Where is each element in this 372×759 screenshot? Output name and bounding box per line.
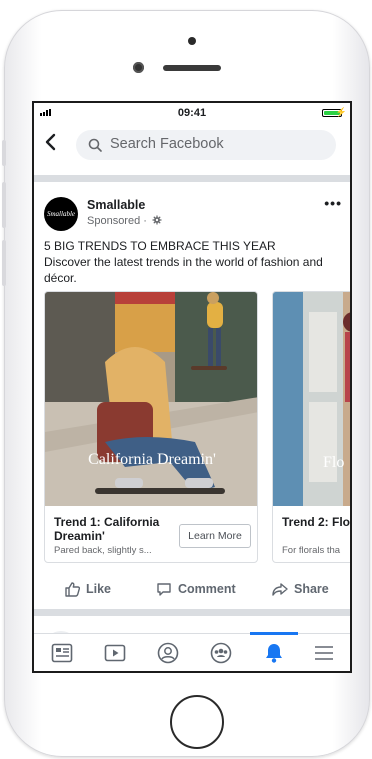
home-button[interactable] — [170, 695, 224, 749]
search-header: Search Facebook — [34, 123, 350, 167]
like-button[interactable]: Like — [64, 581, 111, 597]
post-caption: 5 BIG TRENDS TO EMBRACE THIS YEAR Discov… — [44, 238, 344, 286]
tab-watch[interactable] — [89, 634, 141, 671]
profile-icon — [157, 642, 179, 664]
groups-icon — [210, 642, 232, 664]
post-actions: Like Comment Share — [34, 581, 350, 603]
search-placeholder: Search Facebook — [110, 136, 224, 152]
status-time: 09:41 — [177, 107, 207, 119]
carousel-card-1[interactable]: California Dreamin' Trend 1: California … — [44, 291, 258, 563]
gear-icon — [152, 215, 162, 228]
tab-notifications[interactable] — [248, 632, 300, 671]
card-description-1: Pared back, slightly s... — [54, 545, 152, 556]
tab-news-feed[interactable] — [36, 634, 88, 671]
share-button[interactable]: Share — [272, 581, 329, 597]
share-icon — [272, 583, 288, 596]
battery-icon: ⚡ — [322, 107, 347, 117]
tab-groups[interactable] — [195, 634, 247, 671]
notifications-icon — [266, 644, 282, 663]
card-image-1: California Dreamin' — [45, 292, 257, 506]
earpiece-speaker — [163, 65, 221, 71]
search-input[interactable]: Search Facebook — [76, 130, 336, 160]
carousel-card-2[interactable]: Flo Trend 2: Flo Power For florals tha — [272, 291, 350, 563]
search-icon — [88, 138, 102, 157]
comment-icon — [157, 583, 171, 596]
page-name[interactable]: Smallable — [87, 198, 145, 212]
ad-carousel[interactable]: California Dreamin' Trend 1: California … — [44, 291, 350, 567]
sponsored-label: Sponsored · — [87, 215, 162, 228]
caption-headline: 5 BIG TRENDS TO EMBRACE THIS YEAR — [44, 239, 276, 253]
comment-label: Comment — [178, 582, 236, 596]
tab-profile[interactable] — [142, 634, 194, 671]
tab-menu[interactable] — [298, 634, 350, 671]
proximity-sensor — [188, 37, 196, 45]
card-title-2: Trend 2: Flo Power — [282, 515, 350, 529]
card-description-2: For florals tha — [282, 545, 341, 556]
thumbs-up-icon — [65, 582, 80, 597]
volume-up-button[interactable] — [2, 182, 6, 228]
volume-down-button[interactable] — [2, 240, 6, 286]
news-feed-icon — [51, 643, 73, 663]
more-options-button[interactable]: ••• — [324, 195, 342, 211]
bottom-tab-bar — [34, 632, 350, 671]
front-camera — [133, 62, 144, 73]
feed-divider-2 — [34, 609, 350, 616]
share-label: Share — [294, 582, 329, 596]
menu-icon — [315, 646, 333, 660]
comment-button[interactable]: Comment — [156, 581, 236, 597]
feed-divider — [34, 175, 350, 182]
learn-more-button[interactable]: Learn More — [179, 524, 251, 548]
card-title-1: Trend 1: California Dreamin' — [54, 515, 160, 543]
sponsored-text: Sponsored — [87, 215, 141, 227]
card-overlay-text-1: California Dreamin' — [88, 451, 216, 468]
like-label: Like — [86, 582, 112, 596]
watch-icon — [104, 644, 126, 662]
mute-switch[interactable] — [2, 140, 6, 166]
page-avatar[interactable]: Smallable — [44, 197, 78, 231]
caption-body: Discover the latest trends in the world … — [44, 255, 323, 285]
card-overlay-text-2: Flo — [323, 454, 344, 471]
back-arrow-icon[interactable] — [44, 133, 56, 155]
status-bar: 09:41 ⚡ — [34, 103, 350, 121]
phone-screen: 09:41 ⚡ Search Facebook Smallable Smalla… — [32, 101, 352, 673]
card-image-2: Flo — [273, 292, 350, 506]
